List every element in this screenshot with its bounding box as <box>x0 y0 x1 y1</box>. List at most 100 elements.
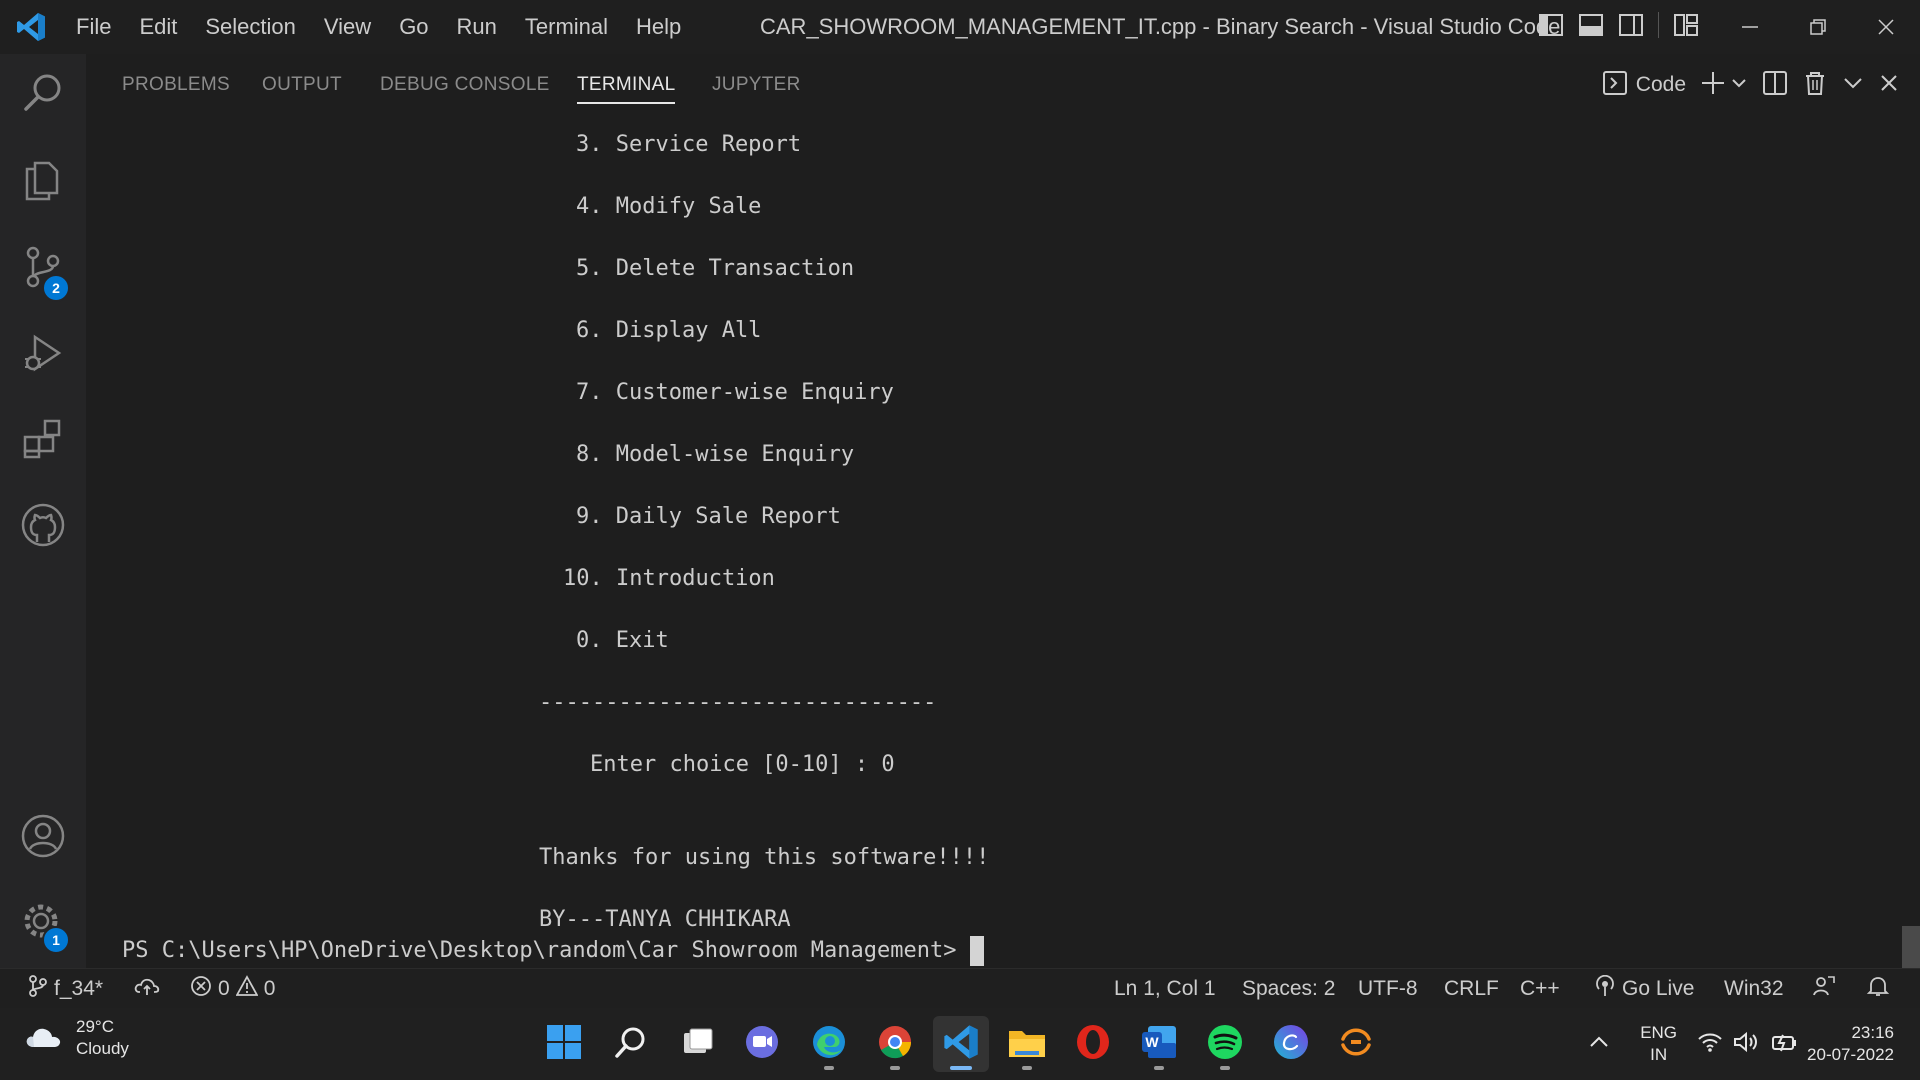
menu-go[interactable]: Go <box>385 0 442 54</box>
activity-explorer[interactable] <box>0 148 86 218</box>
taskbar-chat[interactable] <box>734 1016 790 1072</box>
search-icon <box>613 1024 649 1065</box>
problems-indicator[interactable]: 0 0 <box>190 969 275 1009</box>
toggle-primary-sidebar-icon[interactable] <box>1538 12 1564 38</box>
toggle-panel-icon[interactable] <box>1578 12 1604 38</box>
weather-widget[interactable]: 29°C Cloudy <box>24 1016 129 1060</box>
panel-actions: Code <box>1602 54 1900 116</box>
feedback-button[interactable] <box>1812 969 1836 1009</box>
activity-extensions[interactable] <box>0 406 86 476</box>
terminal-line: 8. Model-wise Enquiry <box>576 442 855 467</box>
go-live-button[interactable]: Go Live <box>1594 969 1694 1009</box>
running-indicator <box>1154 1066 1164 1070</box>
terminal-prompt: PS C:\Users\HP\OneDrive\Desktop\random\C… <box>122 936 985 966</box>
taskbar-opera[interactable] <box>1065 1016 1121 1072</box>
sync-button[interactable] <box>134 969 160 1009</box>
language-indicator[interactable]: ENG IN <box>1640 1022 1677 1066</box>
cursor-position[interactable]: Ln 1, Col 1 <box>1114 969 1216 1009</box>
close-panel-button[interactable] <box>1878 65 1900 105</box>
chrome-icon <box>876 1023 914 1066</box>
edge-icon <box>810 1023 848 1066</box>
taskbar-app[interactable] <box>1328 1016 1384 1072</box>
line-ending[interactable]: CRLF <box>1444 969 1499 1009</box>
warning-count: 0 <box>263 977 276 1000</box>
tab-output[interactable]: OUTPUT <box>262 54 342 116</box>
menu-run[interactable]: Run <box>443 0 511 54</box>
terminal-line: BY---TANYA CHHIKARA <box>539 907 791 932</box>
activity-accounts[interactable] <box>0 803 86 873</box>
close-icon <box>1878 72 1900 99</box>
activity-search[interactable] <box>0 60 86 130</box>
new-terminal-button[interactable] <box>1700 65 1748 105</box>
taskbar-edge[interactable] <box>801 1016 857 1072</box>
taskbar-chrome[interactable] <box>867 1016 923 1072</box>
trash-icon <box>1802 70 1828 101</box>
encoding[interactable]: UTF-8 <box>1358 969 1418 1009</box>
wifi-icon[interactable] <box>1697 1031 1723 1058</box>
minimize-icon[interactable] <box>1716 0 1784 54</box>
menu-help[interactable]: Help <box>622 0 695 54</box>
lang-bottom: IN <box>1650 1045 1668 1064</box>
taskbar-start[interactable] <box>536 1016 592 1072</box>
chevron-up-icon[interactable] <box>1588 1031 1610 1058</box>
search-icon <box>21 71 65 120</box>
app-icon <box>1337 1023 1375 1066</box>
activity-github[interactable] <box>0 492 86 562</box>
menu-terminal[interactable]: Terminal <box>511 0 622 54</box>
menu-selection[interactable]: Selection <box>191 0 310 54</box>
terminal-line: 9. Daily Sale Report <box>576 504 841 529</box>
kill-terminal-button[interactable] <box>1802 65 1828 105</box>
close-icon[interactable] <box>1852 0 1920 54</box>
canva-icon <box>1272 1023 1310 1066</box>
tab-jupyter[interactable]: JUPYTER <box>712 54 801 116</box>
taskbar-file-explorer[interactable] <box>999 1016 1055 1072</box>
taskbar-search[interactable] <box>603 1016 659 1072</box>
taskbar-spotify[interactable] <box>1197 1016 1253 1072</box>
cloud-sync-icon <box>134 975 160 1003</box>
terminal-scrollbar[interactable] <box>1902 926 1920 968</box>
branch-indicator[interactable]: f_34* <box>28 969 103 1009</box>
taskbar-task-view[interactable] <box>670 1016 726 1072</box>
customize-layout-icon[interactable] <box>1673 12 1699 38</box>
chevron-down-icon[interactable] <box>1730 74 1748 97</box>
tab-terminal[interactable]: TERMINAL <box>577 54 676 116</box>
window-title: CAR_SHOWROOM_MANAGEMENT_IT.cpp - Binary … <box>760 14 1561 39</box>
taskbar-canva[interactable] <box>1263 1016 1319 1072</box>
cloud-icon <box>24 1021 64 1056</box>
terminal-selector[interactable]: Code <box>1602 65 1686 105</box>
running-indicator <box>1220 1066 1230 1070</box>
terminal-line: 6. Display All <box>576 318 762 343</box>
terminal-output[interactable]: 3. Service Report 4. Modify Sale 5. Dele… <box>86 116 1920 968</box>
source-control-badge: 2 <box>42 274 70 302</box>
title-bar: File Edit Selection View Go Run Terminal… <box>0 0 1920 54</box>
notifications-button[interactable] <box>1866 969 1890 1009</box>
taskbar-word[interactable]: W <box>1131 1016 1187 1072</box>
tab-debug-console[interactable]: DEBUG CONSOLE <box>380 54 550 116</box>
start-icon <box>546 1024 582 1065</box>
layout-controls <box>1538 12 1699 38</box>
svg-text:W: W <box>1145 1034 1159 1050</box>
split-terminal-button[interactable] <box>1762 65 1788 105</box>
tab-problems[interactable]: PROBLEMS <box>122 54 230 116</box>
activity-bar: 2 1 <box>0 54 86 968</box>
menu-edit[interactable]: Edit <box>125 0 191 54</box>
platform[interactable]: Win32 <box>1724 969 1784 1009</box>
restore-icon[interactable] <box>1784 0 1852 54</box>
toggle-secondary-sidebar-icon[interactable] <box>1618 12 1644 38</box>
windows-taskbar: 29°C Cloudy W ENG IN 23:16 20-07-2022 <box>0 1008 1920 1080</box>
taskbar-vscode[interactable] <box>933 1016 989 1072</box>
battery-icon[interactable] <box>1769 1031 1797 1058</box>
clock[interactable]: 23:16 20-07-2022 <box>1807 1022 1894 1066</box>
activity-run-debug[interactable] <box>0 320 86 390</box>
maximize-panel-button[interactable] <box>1842 65 1864 105</box>
language-mode[interactable]: C++ <box>1520 969 1560 1009</box>
volume-icon[interactable] <box>1733 1031 1759 1058</box>
lang-top: ENG <box>1640 1023 1678 1042</box>
activity-manage[interactable]: 1 <box>0 890 86 960</box>
activity-source-control[interactable]: 2 <box>0 234 86 304</box>
indentation[interactable]: Spaces: 2 <box>1242 969 1335 1009</box>
broadcast-icon <box>1594 974 1616 1003</box>
menu-file[interactable]: File <box>62 0 125 54</box>
menu-view[interactable]: View <box>310 0 385 54</box>
vscode-logo-icon[interactable] <box>0 0 62 54</box>
